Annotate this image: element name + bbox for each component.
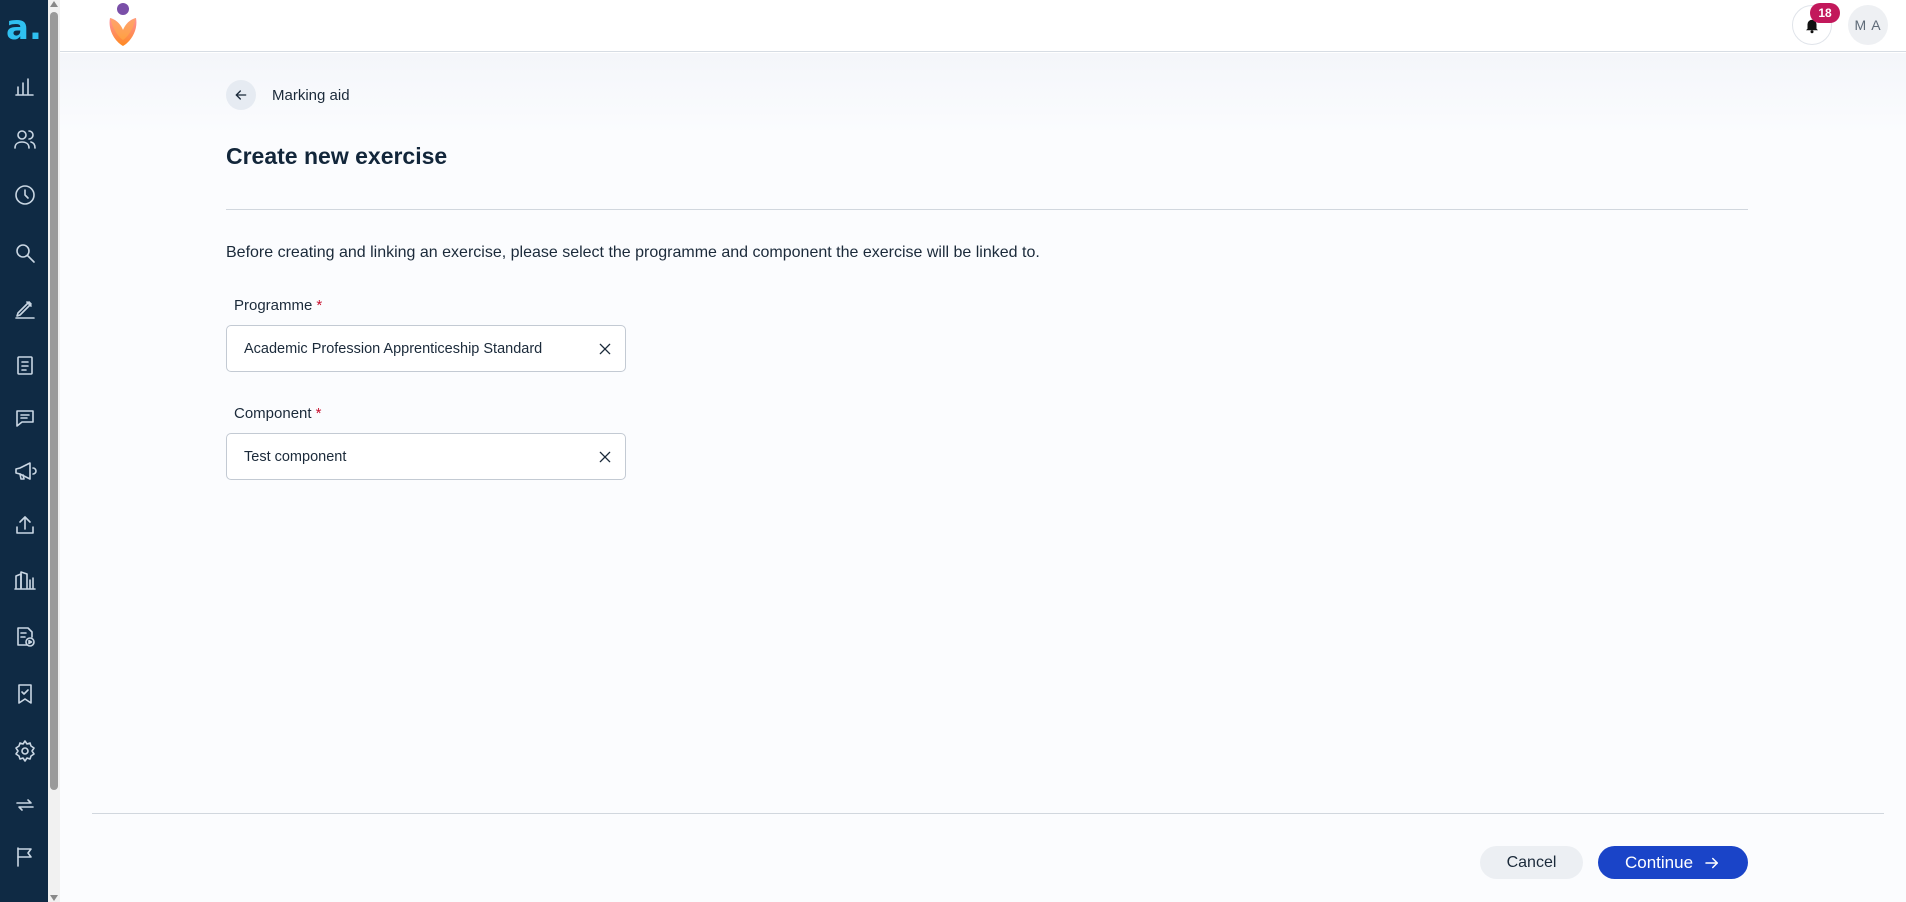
footer-divider bbox=[92, 813, 1884, 814]
arrow-left-icon bbox=[235, 90, 247, 100]
divider bbox=[226, 209, 1748, 210]
clipboard-icon[interactable] bbox=[12, 352, 38, 378]
top-bar: 18 M A bbox=[60, 0, 1906, 52]
close-icon bbox=[599, 451, 611, 462]
required-mark: * bbox=[315, 405, 322, 422]
continue-button[interactable]: Continue bbox=[1598, 846, 1748, 879]
cancel-button[interactable]: Cancel bbox=[1480, 846, 1583, 879]
chat-icon[interactable] bbox=[12, 405, 38, 431]
programme-select-value: Academic Profession Apprenticeship Stand… bbox=[244, 340, 543, 357]
repeat-icon[interactable] bbox=[12, 792, 38, 818]
programme-select[interactable]: Academic Profession Apprenticeship Stand… bbox=[226, 325, 626, 372]
scroll-down-arrow[interactable] bbox=[50, 895, 58, 901]
search-icon[interactable] bbox=[12, 240, 38, 266]
bar-chart-icon[interactable] bbox=[12, 73, 38, 99]
programme-clear-button[interactable] bbox=[585, 329, 625, 369]
report-icon[interactable] bbox=[12, 567, 38, 593]
page-title: Create new exercise bbox=[226, 143, 448, 169]
scroll-up-arrow[interactable] bbox=[50, 1, 58, 7]
component-select-value: Test component bbox=[244, 448, 347, 465]
gear-icon[interactable] bbox=[12, 738, 38, 764]
programme-label-text: Programme bbox=[234, 297, 313, 314]
continue-label: Continue bbox=[1624, 852, 1694, 872]
arrow-right-icon bbox=[1705, 857, 1719, 868]
app-logo-letter: a bbox=[6, 8, 29, 48]
clock-icon[interactable] bbox=[12, 182, 38, 208]
user-avatar[interactable]: M A bbox=[1848, 5, 1888, 45]
close-icon bbox=[599, 343, 611, 354]
notification-count-badge: 18 bbox=[1810, 3, 1840, 23]
back-button[interactable] bbox=[226, 80, 256, 110]
upload-icon[interactable] bbox=[12, 512, 38, 538]
app-logo[interactable]: a. bbox=[6, 8, 46, 48]
lotus-logo-icon[interactable] bbox=[98, 0, 148, 50]
scrollbar-thumb[interactable] bbox=[50, 12, 58, 790]
pen-icon[interactable] bbox=[12, 295, 38, 321]
component-select[interactable]: Test component bbox=[226, 433, 626, 480]
component-label-text: Component bbox=[234, 405, 312, 422]
users-icon[interactable] bbox=[12, 126, 38, 152]
breadcrumb-label[interactable]: Marking aid bbox=[272, 87, 350, 104]
component-label: Component * bbox=[234, 405, 321, 422]
programme-label: Programme * bbox=[234, 297, 322, 314]
intro-text: Before creating and linking an exercise,… bbox=[226, 244, 1040, 261]
main-content: Marking aid Create new exercise Before c… bbox=[60, 53, 1906, 902]
sidebar-scrollbar[interactable] bbox=[48, 0, 60, 902]
megaphone-icon[interactable] bbox=[12, 458, 38, 484]
document-play-icon[interactable] bbox=[12, 624, 38, 650]
component-clear-button[interactable] bbox=[585, 437, 625, 477]
breadcrumb: Marking aid bbox=[226, 80, 350, 110]
badge-icon[interactable] bbox=[12, 681, 38, 707]
required-mark: * bbox=[316, 297, 323, 314]
flag-icon[interactable] bbox=[12, 844, 38, 870]
sidebar: a. bbox=[0, 0, 48, 902]
